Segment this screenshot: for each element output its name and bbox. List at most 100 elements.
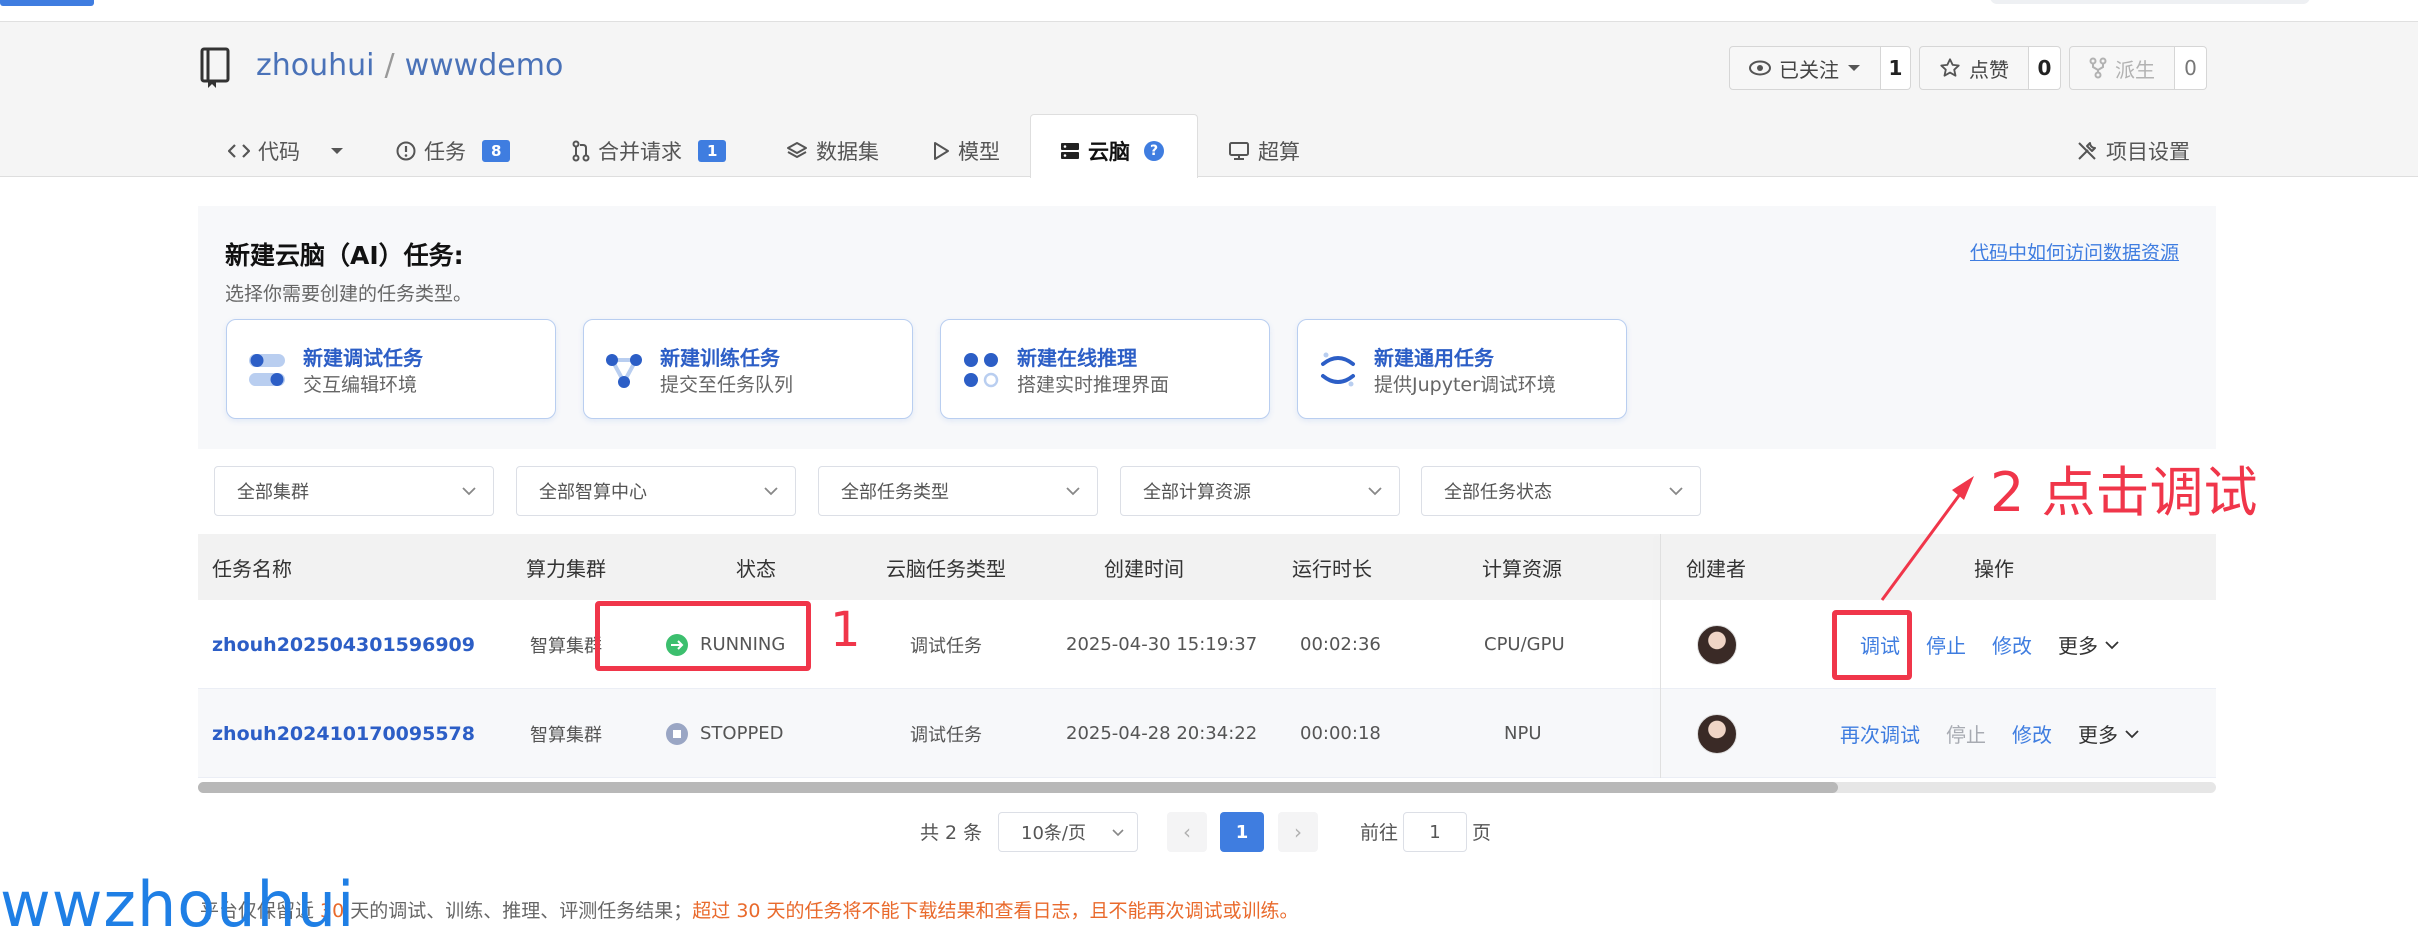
- notice-text: 天的调试、训练、推理、评测任务结果；: [344, 900, 693, 922]
- task-name-link[interactable]: zhouh202410170095578: [212, 689, 475, 778]
- annotation-arrow: [1880, 476, 1974, 601]
- fork-count[interactable]: 0: [2175, 46, 2207, 90]
- issues-count-badge: 8: [482, 140, 511, 162]
- chevron-down-icon: [2105, 640, 2119, 649]
- tab-issues-label: 任务: [424, 140, 466, 164]
- filter-value: 全部计算资源: [1143, 482, 1251, 503]
- more-dropdown[interactable]: 更多: [2078, 719, 2140, 748]
- cluster-filter-select[interactable]: 全部集群: [214, 466, 494, 516]
- star-label: 点赞: [1969, 57, 2009, 82]
- question-icon[interactable]: ?: [1144, 141, 1164, 161]
- goto-page-input[interactable]: [1403, 812, 1467, 852]
- filter-value: 全部任务状态: [1444, 482, 1552, 503]
- pagination-total: 共 2 条: [920, 822, 983, 844]
- more-label: 更多: [2058, 634, 2098, 658]
- new-inference-card[interactable]: 新建在线推理 搭建实时推理界面: [940, 319, 1270, 419]
- created-time-cell: 2025-04-30 15:19:37: [1066, 634, 1258, 655]
- tab-cloudbrain[interactable]: 云脑 ?: [1060, 124, 1164, 178]
- jupyter-icon: [1321, 352, 1355, 387]
- horizontal-scrollbar-thumb[interactable]: [198, 782, 1838, 793]
- edit-button[interactable]: 修改: [1992, 630, 2032, 659]
- tab-issues[interactable]: 任务 8: [396, 124, 511, 178]
- re-debug-button[interactable]: 再次调试: [1840, 719, 1920, 748]
- compute-center-filter-select[interactable]: 全部智算中心: [516, 466, 796, 516]
- current-page-button[interactable]: 1: [1220, 812, 1264, 852]
- watch-button[interactable]: 已关注: [1729, 46, 1881, 90]
- watch-label: 已关注: [1779, 57, 1839, 82]
- column-header-resource: 计算资源: [1482, 556, 1562, 581]
- tab-code-label: 代码: [258, 140, 300, 164]
- chevron-down-icon: [1066, 487, 1080, 496]
- card-description: 搭建实时推理界面: [1017, 374, 1170, 396]
- prev-page-button[interactable]: ‹: [1167, 812, 1207, 852]
- repo-name-link[interactable]: wwwdemo: [405, 48, 564, 83]
- star-button[interactable]: 点赞: [1919, 46, 2029, 90]
- global-search-fragment[interactable]: [1990, 0, 2310, 4]
- tab-code[interactable]: 代码: [228, 124, 344, 178]
- star-count[interactable]: 0: [2029, 46, 2061, 90]
- edit-button[interactable]: 修改: [2012, 719, 2052, 748]
- fork-button[interactable]: 派生: [2069, 46, 2175, 90]
- repo-title: zhouhui / wwwdemo: [256, 48, 563, 83]
- column-header-task-type: 云脑任务类型: [886, 556, 1006, 581]
- column-header-name: 任务名称: [212, 556, 292, 581]
- task-type-filter-select[interactable]: 全部任务类型: [818, 466, 1098, 516]
- task-type-cell: 调试任务: [910, 724, 982, 746]
- eye-icon: [1749, 60, 1771, 76]
- avatar[interactable]: [1697, 713, 1737, 754]
- column-header-actions: 操作: [1974, 556, 2014, 581]
- project-settings-link[interactable]: 项目设置: [2076, 124, 2190, 178]
- dots-grid-icon: [964, 353, 999, 388]
- data-access-help-link[interactable]: 代码中如何访问数据资源: [1970, 238, 2179, 265]
- page-size-select[interactable]: 10条/页: [998, 812, 1138, 852]
- cluster-cell: 智算集群: [530, 724, 602, 746]
- repo-path-separator: /: [384, 48, 395, 83]
- page-size-value: 10条/页: [1021, 823, 1086, 844]
- stopped-square-icon: [666, 722, 688, 745]
- status-cell: STOPPED: [666, 689, 784, 778]
- task-status-filter-select[interactable]: 全部任务状态: [1421, 466, 1701, 516]
- creator-cell: [1697, 689, 1737, 778]
- more-dropdown[interactable]: 更多: [2058, 630, 2120, 659]
- card-description: 提交至任务队列: [660, 374, 794, 396]
- create-task-subtitle: 选择你需要创建的任务类型。: [225, 283, 473, 305]
- repo-owner-link[interactable]: zhouhui: [256, 48, 375, 83]
- toggle-icon: [249, 354, 285, 386]
- stop-button[interactable]: 停止: [1946, 719, 1986, 748]
- watch-count[interactable]: 1: [1881, 46, 1911, 90]
- tab-datasets[interactable]: 数据集: [786, 124, 879, 178]
- card-title: 新建在线推理: [1017, 346, 1137, 370]
- column-header-status: 状态: [736, 556, 776, 581]
- server-icon: [1061, 143, 1079, 159]
- stop-button[interactable]: 停止: [1926, 630, 1966, 659]
- pull-requests-count-badge: 1: [698, 140, 727, 162]
- duration-cell: 00:00:18: [1300, 723, 1381, 744]
- tab-models[interactable]: 模型: [932, 124, 1000, 178]
- watermark-text: wwzhouhui: [0, 868, 356, 938]
- notice-warning: 超过 30 天的任务将不能下载结果和查看日志，且不能再次调试或训练。: [692, 900, 1299, 922]
- tab-pull-requests[interactable]: 合并请求 1: [572, 124, 727, 178]
- chevron-down-icon: [1368, 487, 1382, 496]
- new-debug-task-card[interactable]: 新建调试任务 交互编辑环境: [226, 319, 556, 419]
- layers-icon: [787, 142, 807, 158]
- next-page-button[interactable]: ›: [1278, 812, 1318, 852]
- tab-cloudbrain-label: 云脑: [1088, 140, 1130, 164]
- compute-resource-filter-select[interactable]: 全部计算资源: [1120, 466, 1400, 516]
- new-general-task-card[interactable]: 新建通用任务 提供Jupyter调试环境: [1297, 319, 1627, 419]
- chevron-down-icon: [462, 487, 476, 496]
- filter-value: 全部智算中心: [539, 482, 647, 503]
- new-training-task-card[interactable]: 新建训练任务 提交至任务队列: [583, 319, 913, 419]
- task-name-link[interactable]: zhouh202504301596909: [212, 600, 475, 689]
- more-label: 更多: [2078, 723, 2118, 747]
- resource-cell: CPU/GPU: [1484, 634, 1565, 655]
- tab-pull-requests-label: 合并请求: [598, 140, 682, 164]
- annotation-step-2: 2 点击调试: [1990, 461, 2258, 524]
- site-logo-fragment[interactable]: [0, 0, 94, 6]
- avatar[interactable]: [1697, 624, 1737, 665]
- card-description: 交互编辑环境: [303, 374, 418, 396]
- retention-notice: 平台仅保留近 30 天的调试、训练、推理、评测任务结果；超过 30 天的任务将不…: [200, 896, 1299, 923]
- tools-icon: [2078, 142, 2096, 160]
- tab-supercompute[interactable]: 超算: [1228, 124, 1300, 178]
- column-header-cluster: 算力集群: [526, 556, 606, 581]
- book-icon: [200, 47, 230, 88]
